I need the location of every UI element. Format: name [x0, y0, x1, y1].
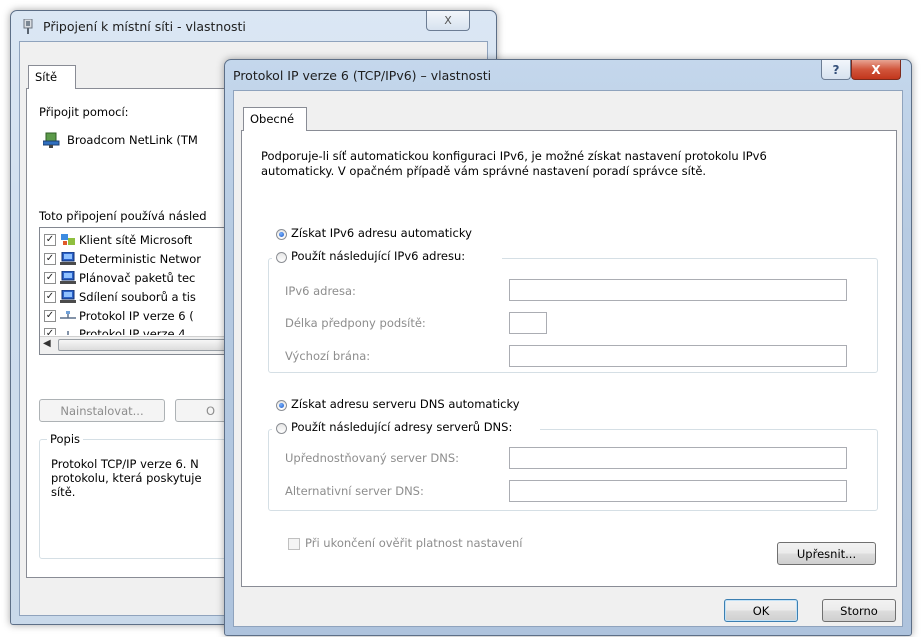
item-checkbox[interactable]: ✓: [44, 252, 56, 265]
description-line-1: Protokol TCP/IP verze 6. N: [51, 457, 199, 471]
ipv6-properties-window: Protokol IP verze 6 (TCP/IPv6) – vlastno…: [224, 59, 912, 636]
list-item[interactable]: ✓ Protokol IP verze 4: [40, 325, 186, 335]
list-item[interactable]: ✓ Protokol IP verze 6 (: [40, 306, 194, 325]
tab-label: Obecné: [250, 112, 295, 126]
tab-networking[interactable]: Sítě: [28, 65, 76, 89]
uses-items-label: Toto připojení používá násled: [39, 209, 207, 223]
list-item[interactable]: ✓ Plánovač paketů tec: [40, 268, 195, 287]
button-label: Storno: [840, 603, 878, 618]
intro-line-1: Podporuje-li síť automatickou konfigurac…: [261, 149, 767, 163]
dns-auto-label[interactable]: Získat adresu serveru DNS automaticky: [291, 397, 520, 411]
preferred-dns-label: Upřednostňovaný server DNS:: [285, 451, 460, 465]
network-card-icon: [43, 132, 60, 148]
list-item[interactable]: ✓ Deterministic Networ: [40, 249, 201, 268]
item-checkbox[interactable]: ✓: [44, 271, 56, 284]
ip-manual-radio[interactable]: [276, 252, 287, 263]
close-icon: X: [871, 62, 881, 77]
network-service-icon: [60, 270, 76, 284]
item-checkbox[interactable]: ✓: [44, 233, 56, 246]
button-label: OK: [752, 603, 770, 618]
list-item[interactable]: ✓ Sdílení souborů a tis: [40, 287, 196, 306]
item-label: Sdílení souborů a tis: [79, 289, 196, 304]
tab-label: Sítě: [35, 70, 58, 84]
advanced-button[interactable]: Upřesnit...: [777, 542, 876, 565]
network-adapter-icon: [23, 19, 33, 34]
help-button[interactable]: ?: [821, 60, 851, 80]
titlebar[interactable]: Protokol IP verze 6 (TCP/IPv6) – vlastno…: [225, 60, 911, 90]
tab-panel: Podporuje-li síť automatickou konfigurac…: [241, 130, 897, 587]
item-label: Plánovač paketů tec: [79, 270, 196, 285]
item-label: Deterministic Networ: [79, 251, 201, 266]
connect-using-label: Připojit pomocí:: [39, 105, 129, 119]
item-checkbox[interactable]: ✓: [44, 290, 56, 303]
install-button[interactable]: Nainstalovat...: [39, 399, 165, 422]
item-checkbox[interactable]: ✓: [44, 309, 56, 322]
network-client-icon: [61, 233, 75, 245]
ipv6-address-label: IPv6 adresa:: [285, 284, 356, 298]
close-icon: X: [444, 14, 452, 27]
item-label: Protokol IP verze 6 (: [79, 308, 194, 323]
protocol-icon: [67, 331, 69, 335]
item-label: Protokol IP verze 4: [79, 327, 186, 335]
prefix-length-label: Délka předpony podsítě:: [285, 316, 426, 330]
prefix-length-input[interactable]: [509, 312, 547, 334]
window-title: Připojení k místní síti - vlastnosti: [43, 19, 246, 34]
scroll-left-icon[interactable]: ◀: [43, 338, 51, 349]
item-label: Klient sítě Microsoft: [79, 232, 193, 247]
help-icon: ?: [832, 62, 840, 77]
description-group-label: Popis: [47, 432, 84, 446]
ip-manual-label[interactable]: Použít následující IPv6 adresu:: [291, 249, 465, 263]
cancel-button[interactable]: Storno: [822, 599, 896, 622]
dns-manual-label[interactable]: Použít následující adresy serverů DNS:: [291, 420, 512, 434]
alternate-dns-input[interactable]: [509, 480, 847, 502]
validate-checkbox[interactable]: [288, 538, 300, 550]
dialog-body: Obecné Podporuje-li síť automatickou kon…: [233, 90, 903, 627]
window-title: Protokol IP verze 6 (TCP/IPv6) – vlastno…: [233, 68, 492, 83]
close-button[interactable]: X: [426, 11, 470, 31]
validate-label[interactable]: Při ukončení ověřit platnost nastavení: [305, 536, 523, 550]
network-service-icon: [60, 289, 76, 303]
gateway-input[interactable]: [509, 345, 847, 367]
button-label: O: [206, 403, 216, 418]
network-service-icon: [60, 251, 76, 265]
adapter-name: Broadcom NetLink (TM: [67, 133, 198, 147]
ipv6-address-input[interactable]: [509, 279, 847, 301]
intro-line-2: automaticky. V opačném případě vám správ…: [261, 164, 707, 178]
close-button[interactable]: X: [851, 60, 901, 80]
button-label: Upřesnit...: [796, 546, 857, 561]
ip-auto-radio[interactable]: [276, 229, 287, 240]
description-line-2: protokolu, která poskytuje: [51, 471, 202, 485]
dns-manual-radio[interactable]: [276, 423, 287, 434]
alternate-dns-label: Alternativní server DNS:: [285, 484, 424, 498]
titlebar[interactable]: Připojení k místní síti - vlastnosti X: [11, 11, 496, 41]
tab-general[interactable]: Obecné: [243, 107, 307, 131]
preferred-dns-input[interactable]: [509, 447, 847, 469]
button-label: Nainstalovat...: [60, 403, 144, 418]
ok-button[interactable]: OK: [724, 599, 798, 622]
protocol-icon: [60, 310, 76, 319]
dns-auto-radio[interactable]: [276, 400, 287, 411]
item-checkbox[interactable]: ✓: [44, 328, 56, 335]
description-line-3: sítě.: [51, 485, 76, 499]
list-item[interactable]: ✓ Klient sítě Microsoft: [40, 230, 192, 249]
ip-auto-label[interactable]: Získat IPv6 adresu automaticky: [291, 226, 472, 240]
gateway-label: Výchozí brána:: [285, 349, 371, 363]
